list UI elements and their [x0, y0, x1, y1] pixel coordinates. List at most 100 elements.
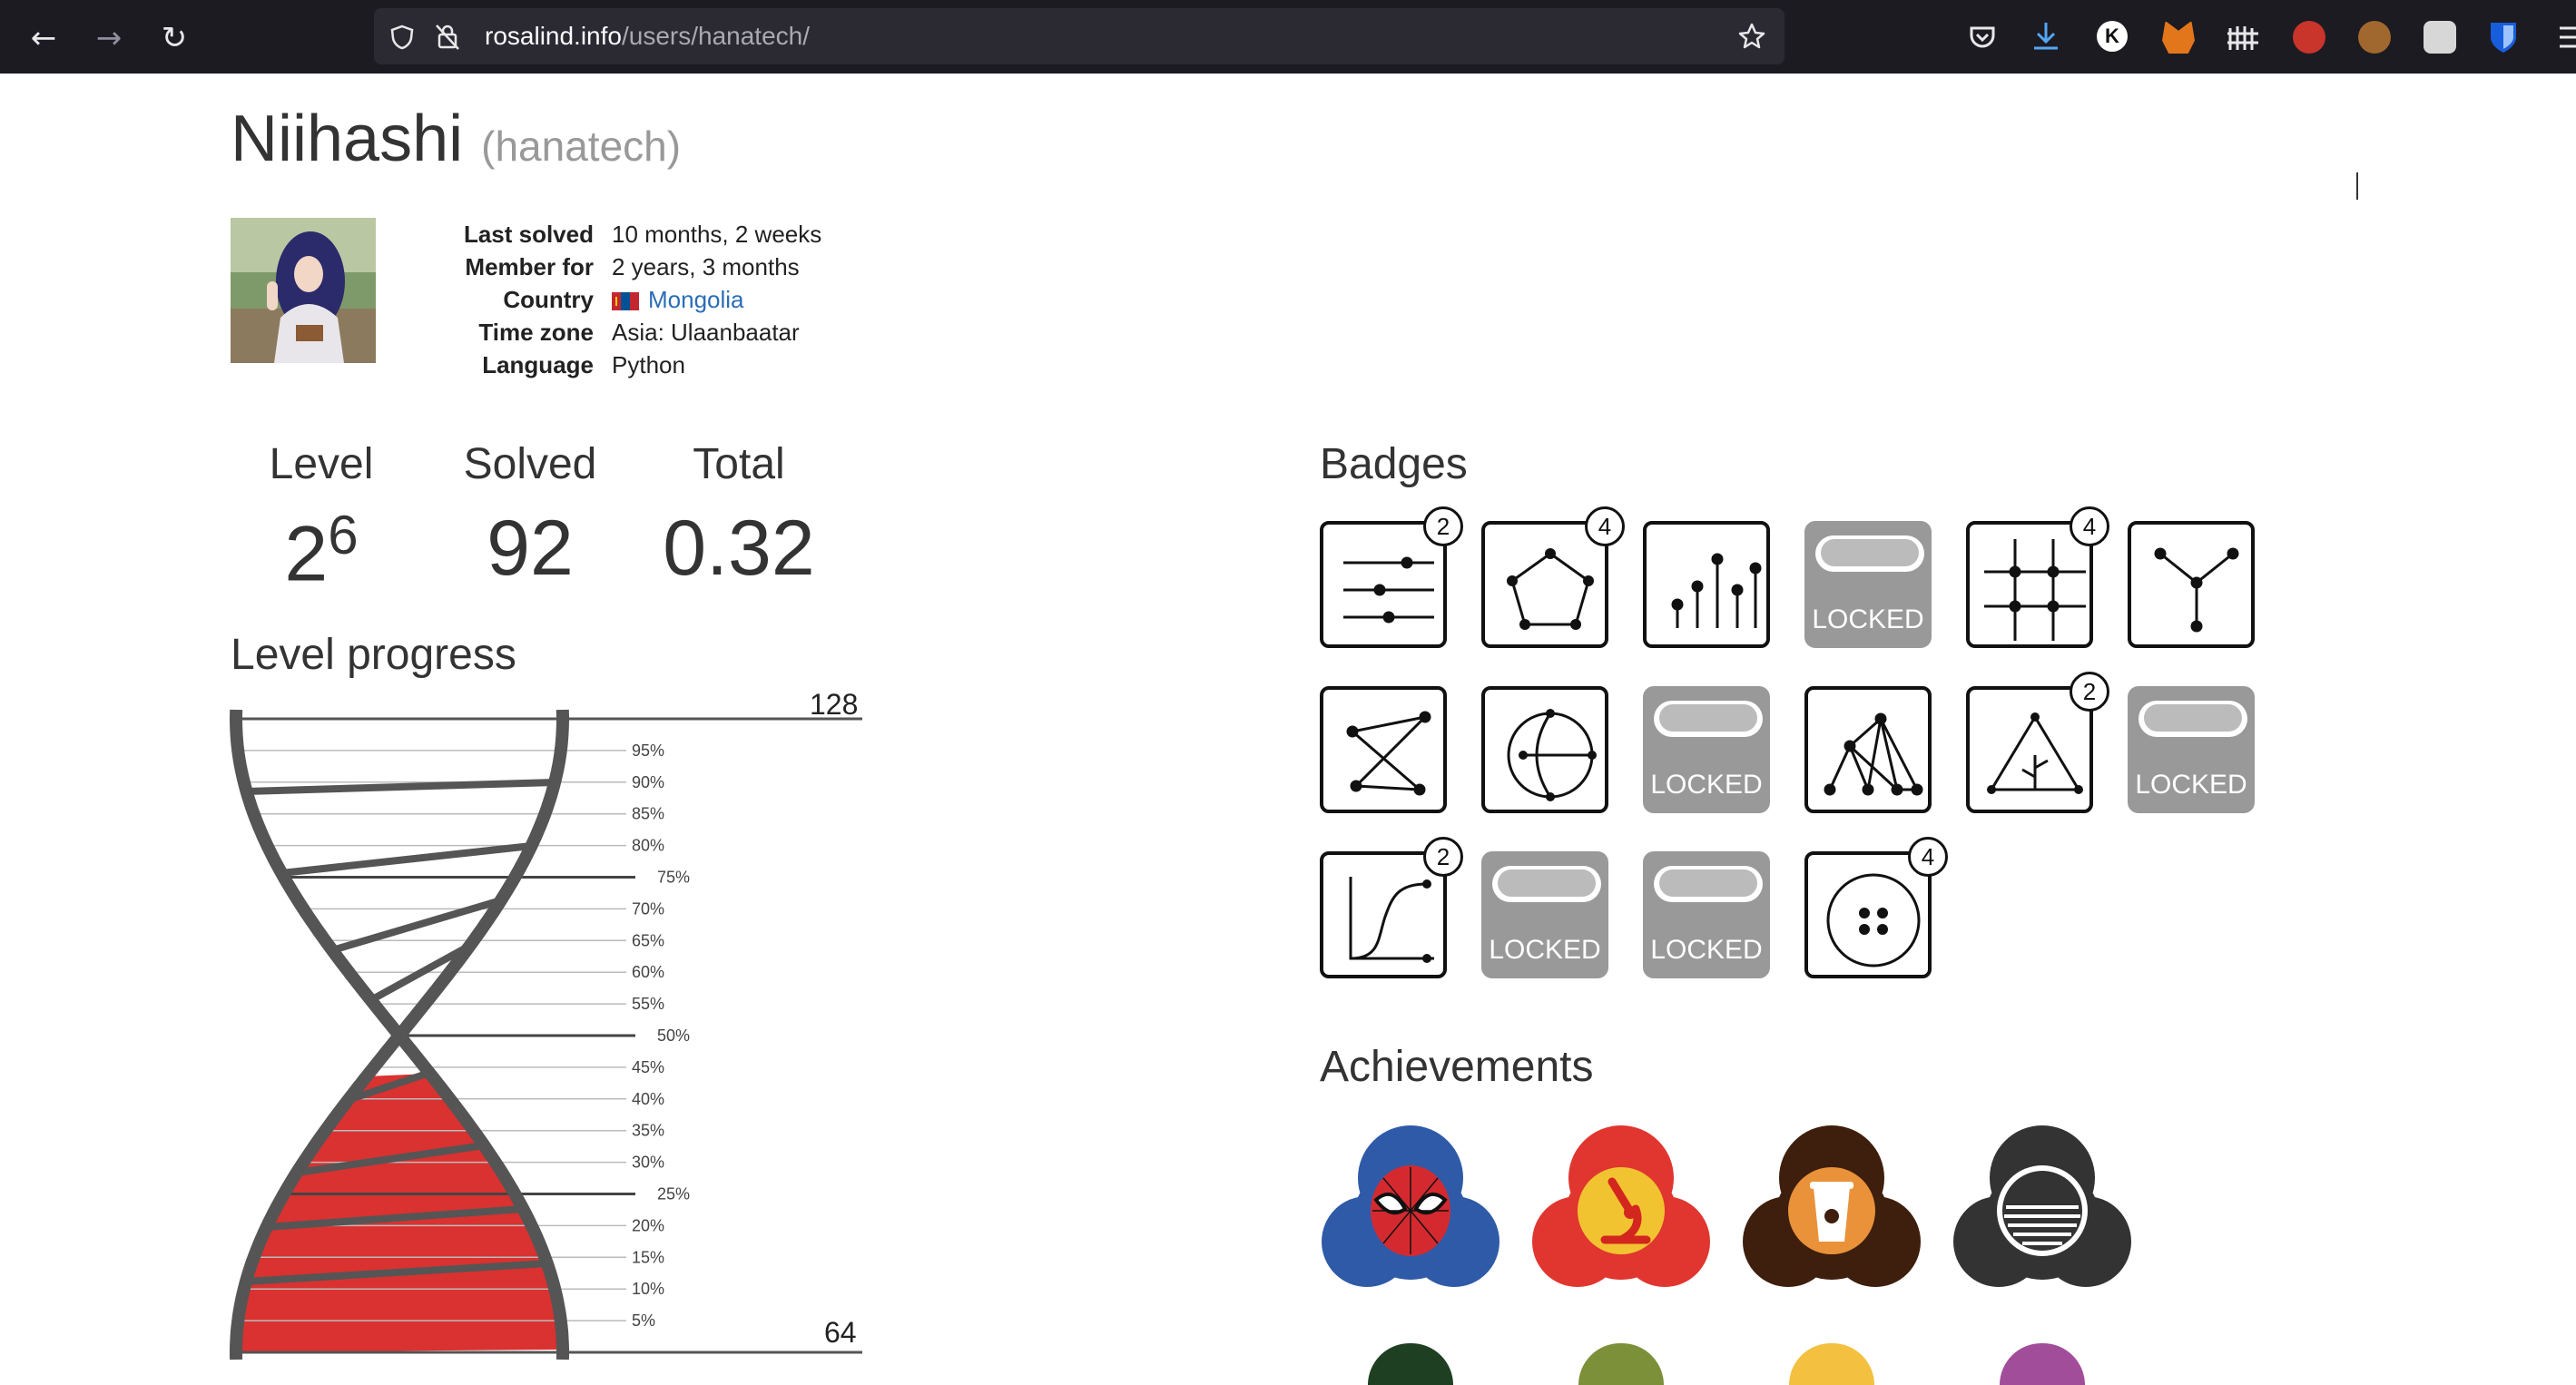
- stems-icon: [1671, 553, 1762, 628]
- progress-tick-label: 50%: [657, 1026, 690, 1045]
- progress-tick-label: 75%: [657, 869, 690, 887]
- progress-tick-label: 30%: [632, 1154, 664, 1172]
- badges-title: Badges: [1320, 440, 1468, 488]
- badge-locked-label: LOCKED: [1650, 935, 1763, 965]
- helix-rung: [280, 842, 532, 877]
- progress-tick-label: 35%: [632, 1122, 664, 1140]
- info-label: Language: [482, 351, 594, 378]
- badge-zigzag-graph[interactable]: [1804, 686, 1932, 813]
- stat-label: Total: [693, 440, 785, 488]
- progress-tick-label: 25%: [657, 1185, 690, 1203]
- badge-crossed-graph[interactable]: [1320, 686, 1447, 813]
- stat-label: Level: [269, 440, 374, 488]
- lock-icon[interactable]: [434, 22, 461, 51]
- info-value: Asia: Ulaanbaatar: [612, 319, 800, 346]
- url-path: /users/hanatech/: [621, 22, 811, 50]
- badge-locked[interactable]: LOCKED: [2128, 686, 2255, 813]
- stat-total: Total 0.32: [648, 439, 830, 594]
- achievement-partial[interactable]: [1368, 1343, 1453, 1385]
- info-value: Python: [612, 351, 685, 378]
- level-progress-helix: 95% 90% 85% 80% 75% 70% 65% 60% 55% 50% 45% 40% 35% 3…: [230, 709, 862, 1360]
- bookmark-star-icon[interactable]: [1737, 22, 1766, 51]
- forward-icon[interactable]: →: [91, 20, 127, 56]
- zigzag-graph-icon: [1824, 712, 1923, 796]
- address-bar[interactable]: rosalind.info/users/hanatech/: [374, 8, 1785, 64]
- button-icon: [1826, 873, 1921, 968]
- sliders-icon: [1343, 556, 1434, 624]
- badge-locked[interactable]: LOCKED: [1643, 851, 1770, 978]
- striped-circle-icon[interactable]: [1952, 1122, 2133, 1294]
- badge-triangle-tree[interactable]: 2: [1966, 672, 2109, 813]
- info-row-member-for: Member for: [399, 250, 594, 283]
- progress-tick-label: 70%: [632, 899, 664, 918]
- achievement-partial[interactable]: [1578, 1343, 1664, 1385]
- coffee-icon[interactable]: [1741, 1122, 1922, 1294]
- cookie-icon[interactable]: [2358, 21, 2391, 54]
- badge-count: 4: [1585, 506, 1625, 546]
- progress-tick-label: 90%: [632, 773, 664, 791]
- url-text[interactable]: rosalind.info/users/hanatech/: [485, 8, 810, 64]
- badge-locked-label: LOCKED: [2135, 770, 2247, 800]
- progress-tick-label: 5%: [632, 1311, 655, 1330]
- badge-locked[interactable]: LOCKED: [1804, 521, 1932, 648]
- info-row-country: Country: [399, 283, 594, 316]
- badge-pentagon[interactable]: 4: [1481, 506, 1625, 648]
- shield-icon[interactable]: [388, 24, 416, 51]
- badge-count: 2: [1423, 506, 1463, 546]
- metamask-icon[interactable]: [2162, 21, 2195, 54]
- badge-locked[interactable]: LOCKED: [1643, 686, 1770, 813]
- level-progress-title: Level progress: [231, 631, 516, 679]
- stat-value: 92: [487, 505, 574, 592]
- badge-grid[interactable]: 4: [1966, 506, 2109, 648]
- badge-locked[interactable]: LOCKED: [1481, 851, 1608, 978]
- progress-tick-label: 20%: [632, 1216, 664, 1234]
- back-icon[interactable]: ←: [25, 20, 62, 56]
- helix-rung: [246, 779, 556, 795]
- red-extension-icon[interactable]: [2293, 21, 2325, 54]
- triangle-tree-icon: [1987, 712, 2083, 794]
- reload-icon[interactable]: ↻: [156, 20, 192, 56]
- pocket-icon[interactable]: [1966, 21, 1999, 54]
- crossed-graph-icon: [1346, 711, 1431, 796]
- fence-icon[interactable]: [2226, 21, 2260, 54]
- badge-locked-label: LOCKED: [1812, 604, 1924, 634]
- progress-tick-label: 85%: [632, 805, 664, 823]
- badge-fork[interactable]: [2128, 521, 2255, 648]
- achievements-title: Achievements: [1320, 1043, 1594, 1091]
- badge-sigmoid[interactable]: 2: [1320, 837, 1463, 978]
- bitwarden-icon[interactable]: [2487, 19, 2520, 55]
- grid-icon: [1984, 539, 2086, 641]
- info-value: 2 years, 3 months: [612, 253, 800, 280]
- mongolia-flag-icon: [612, 292, 639, 310]
- badge-circle-graph[interactable]: [1481, 686, 1608, 813]
- progress-tick-label: 65%: [632, 931, 664, 949]
- stat-value: 0.32: [663, 505, 815, 592]
- menu-icon[interactable]: [2558, 24, 2576, 51]
- text-cursor: [2356, 172, 2358, 200]
- badge-stems[interactable]: [1643, 521, 1770, 648]
- download-icon[interactable]: [2030, 19, 2062, 54]
- info-row-time-zone: Time zone: [399, 316, 594, 349]
- progress-tick-label: 60%: [632, 963, 664, 981]
- info-label: Time zone: [478, 319, 594, 346]
- info-row-last-solved: Last solved: [399, 218, 594, 250]
- country-link[interactable]: Mongolia: [648, 283, 744, 316]
- stat-solved: Solved 92: [439, 439, 621, 594]
- spiderman-icon[interactable]: [1320, 1122, 1501, 1294]
- pentagon-icon: [1507, 548, 1594, 630]
- badge-sliders[interactable]: 2: [1320, 506, 1463, 648]
- achievement-partial[interactable]: [2000, 1343, 2085, 1385]
- info-label: Last solved: [463, 221, 594, 248]
- stat-value: 26: [231, 504, 412, 600]
- info-label: Member for: [465, 253, 594, 280]
- stat-label: Solved: [463, 440, 597, 488]
- microscope-icon[interactable]: [1530, 1122, 1712, 1294]
- badge-locked-label: LOCKED: [1489, 935, 1601, 965]
- url-host: rosalind.info: [485, 22, 622, 50]
- achievement-partial[interactable]: [1789, 1343, 1874, 1385]
- user-name: Niihashi: [231, 103, 464, 175]
- k-extension-icon[interactable]: K: [2097, 21, 2128, 52]
- progress-tick-label: 45%: [632, 1058, 664, 1076]
- gray-extension-icon[interactable]: [2424, 21, 2456, 54]
- badge-button[interactable]: 4: [1804, 837, 1948, 978]
